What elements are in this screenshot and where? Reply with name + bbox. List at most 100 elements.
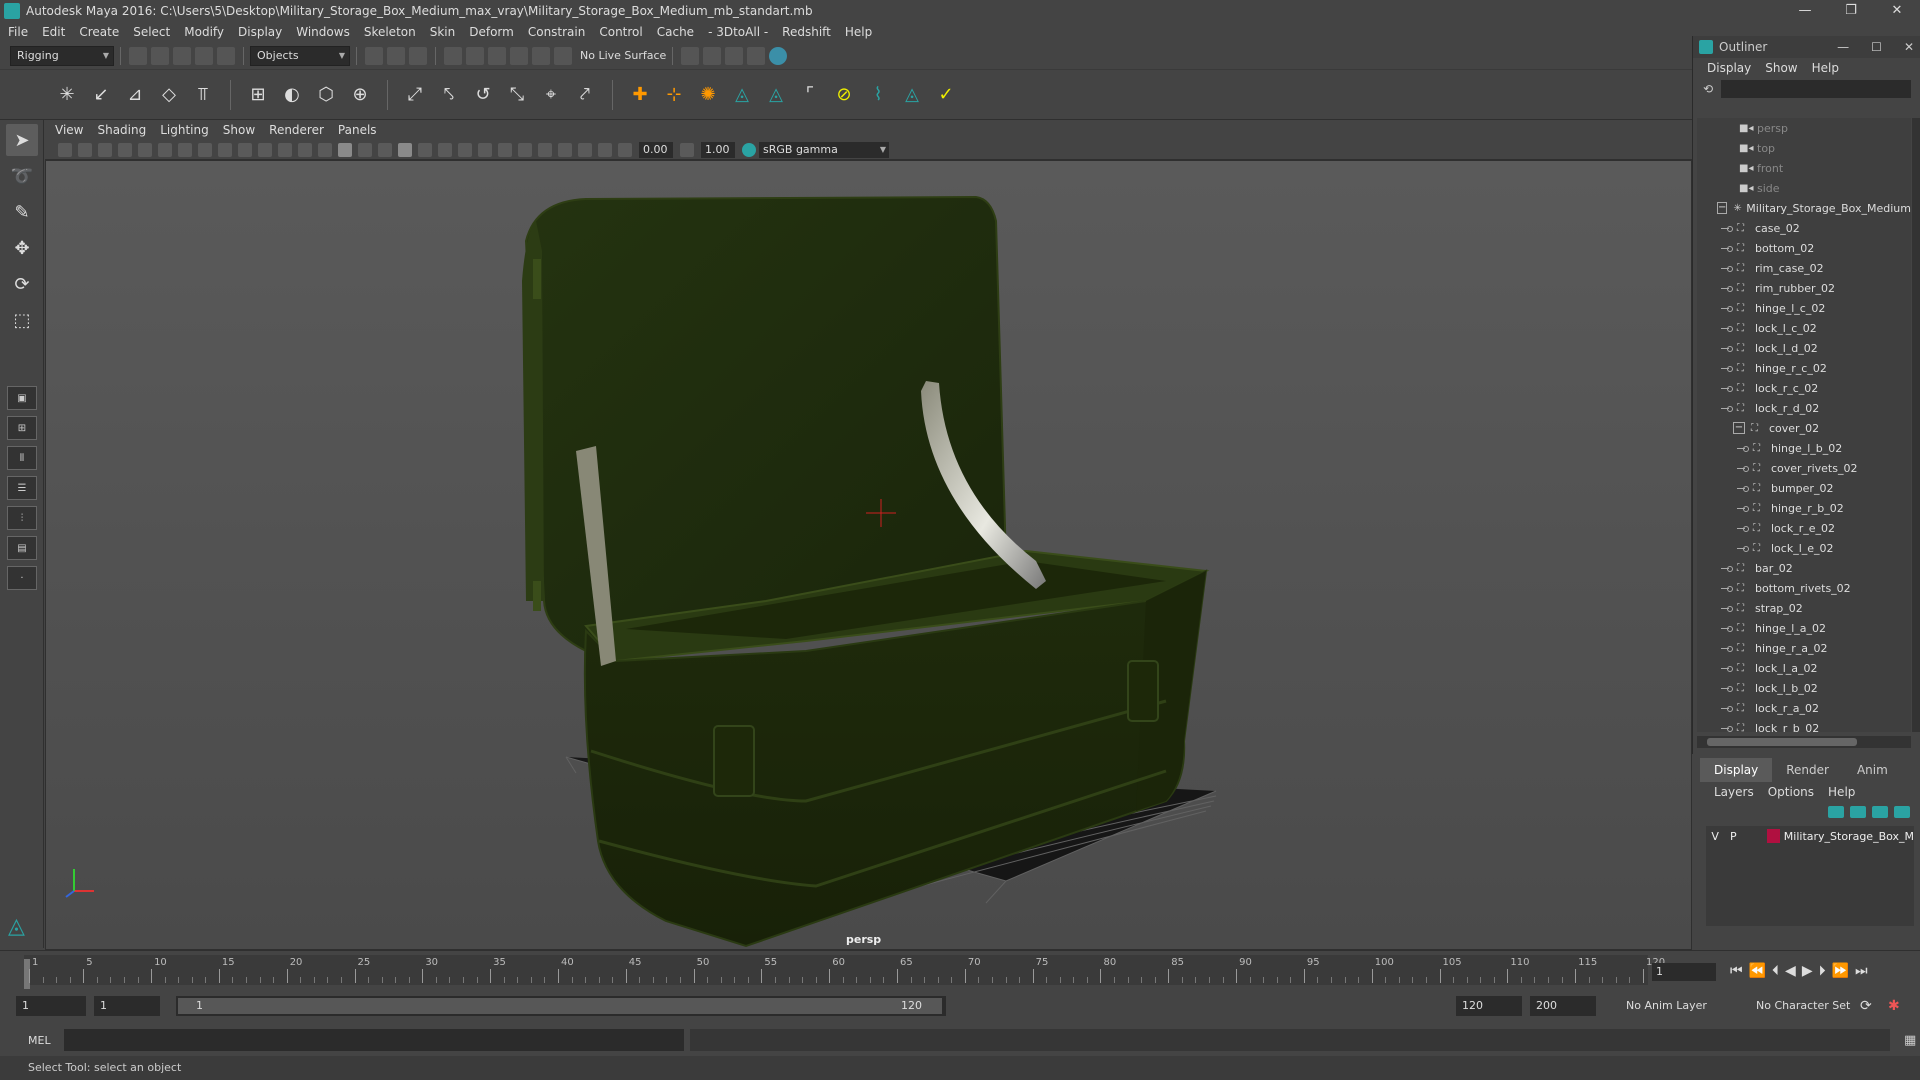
scale-constraint-icon[interactable]: ⤡ [504,82,530,108]
bookmark-icon[interactable] [98,142,112,157]
ik-handle-icon[interactable]: ↙ [88,82,114,108]
select-component-icon[interactable] [409,46,427,65]
select-tool-icon[interactable]: ➤ [6,124,38,156]
menu-constrain[interactable]: Constrain [528,25,586,39]
outliner-menu-display[interactable]: Display [1707,61,1751,75]
outliner-node[interactable]: ⛶ lock_r_c_02 [1697,378,1911,398]
scrollbar-thumb[interactable] [1707,738,1857,746]
outliner-layout-icon[interactable]: ☰ [7,476,37,500]
image-plane-icon[interactable] [118,142,132,157]
render-settings-icon[interactable] [747,46,766,65]
shadows-icon[interactable] [458,142,472,157]
selection-mode-dropdown[interactable]: Objects [250,45,350,66]
menu-cache[interactable]: Cache [657,25,694,39]
outliner-node[interactable]: ⛶ case_02 [1697,218,1911,238]
outliner-camera-side[interactable]: ■◂ side [1697,178,1911,198]
render-frame-icon[interactable] [703,46,722,65]
textured-icon[interactable] [418,142,432,157]
auto-key-icon[interactable]: ⟳ [1860,996,1872,1016]
menu-display[interactable]: Display [238,25,282,39]
snap-curve-icon[interactable] [466,46,484,65]
lattice-icon[interactable]: ⬡ [313,82,339,108]
step-forward-icon[interactable]: ⏩ [1832,963,1849,979]
screen-space-ao-icon[interactable] [478,142,492,157]
mode-dropdown[interactable]: Rigging [10,45,114,66]
outliner-node[interactable]: ⛶ strap_02 [1697,598,1911,618]
outliner-node[interactable]: ⛶ lock_r_d_02 [1697,398,1911,418]
outliner-menu-help[interactable]: Help [1812,61,1839,75]
outliner-node[interactable]: ⛶ lock_r_a_02 [1697,698,1911,718]
script-editor-icon[interactable]: ▦ [1904,1033,1916,1048]
film-gate-icon[interactable] [198,142,212,157]
xray-active-icon[interactable] [598,142,612,157]
camera-attr-icon[interactable] [78,142,92,157]
script-language-label[interactable]: MEL [0,1034,60,1047]
play-forward-icon[interactable]: ▶ [1802,963,1813,979]
pole-vector-icon[interactable]: ⤤ [572,82,598,108]
vp-menu-renderer[interactable]: Renderer [269,123,324,137]
vp-menu-show[interactable]: Show [223,123,255,137]
play-backward-icon[interactable]: ◀ [1785,963,1796,979]
minimize-button[interactable]: — [1782,0,1828,22]
outliner-camera-persp[interactable]: ■◂ persp [1697,118,1911,138]
color-management-icon[interactable] [742,142,756,157]
aim-constraint-icon[interactable]: ⤣ [436,82,462,108]
paint-weights-icon[interactable]: ◐ [279,82,305,108]
paint-select-icon[interactable]: ✎ [6,196,38,228]
blank-shelf-icon[interactable]: ⌜ [797,82,823,108]
current-frame-field[interactable]: 1 [1652,963,1716,981]
render-view-icon[interactable] [681,46,700,65]
camera-select-icon[interactable] [58,142,72,157]
scale-tool-icon[interactable]: ⬚ [6,304,38,336]
preferences-icon[interactable]: ✱ [1888,996,1900,1016]
persp-outliner-layout-icon[interactable]: ▤ [7,536,37,560]
menu-deform[interactable]: Deform [469,25,514,39]
outliner-node[interactable]: ⛶ lock_r_e_02 [1697,518,1911,538]
xray-joints-icon[interactable] [578,142,592,157]
ipr-render-icon[interactable] [725,46,744,65]
hypershade-icon[interactable] [769,46,788,65]
menu-redshift[interactable]: Redshift [782,25,831,39]
joint-tool-icon[interactable]: ✳ [54,82,80,108]
layer-menu-layers[interactable]: Layers [1714,785,1754,799]
2d-pan-zoom-icon[interactable] [138,142,152,157]
outliner-node[interactable]: ⛶ hinge_l_b_02 [1697,438,1911,458]
outliner-maximize-icon[interactable]: ☐ [1871,40,1882,54]
redo-icon[interactable] [217,46,235,65]
tab-anim[interactable]: Anim [1843,758,1902,782]
new-layer-icon[interactable] [1872,806,1888,818]
human-ik-icon[interactable]: ✺ [695,82,721,108]
exposure-field[interactable]: 0.00 [639,141,673,158]
maya-script-icon[interactable]: ◬ [729,82,755,108]
exposure-icon[interactable] [618,142,632,157]
range-bar[interactable]: 1 120 [176,996,946,1016]
wireframe-icon[interactable] [318,142,332,157]
maya-script-2-icon[interactable]: ◬ [763,82,789,108]
open-scene-icon[interactable] [151,46,169,65]
outliner-node[interactable]: ⛶ rim_case_02 [1697,258,1911,278]
outliner-node[interactable]: ⛶ bottom_rivets_02 [1697,578,1911,598]
layer-playback-toggle[interactable]: P [1724,830,1742,843]
motion-blur-icon[interactable] [498,142,512,157]
range-thumb[interactable] [178,998,942,1014]
menu-skeleton[interactable]: Skeleton [364,25,416,39]
undo-icon[interactable] [195,46,213,65]
outliner-refresh-icon[interactable]: ⟲ [1703,82,1713,96]
new-layer-from-selected-icon[interactable] [1894,806,1910,818]
bind-skin-icon[interactable]: ⊞ [245,82,271,108]
outliner-node[interactable]: ⛶ bumper_02 [1697,478,1911,498]
outliner-camera-top[interactable]: ■◂ top [1697,138,1911,158]
check-icon[interactable]: ✓ [933,82,959,108]
joint-locator-icon[interactable]: ⊹ [661,82,687,108]
outliner-menu-show[interactable]: Show [1765,61,1797,75]
select-object-icon[interactable] [387,46,405,65]
menu-control[interactable]: Control [599,25,642,39]
menu-windows[interactable]: Windows [296,25,350,39]
more-layouts-icon[interactable]: · [7,566,37,590]
command-input[interactable] [64,1029,684,1051]
menu-edit[interactable]: Edit [42,25,65,39]
point-constraint-icon[interactable]: ⤢ [402,82,428,108]
menu-skin[interactable]: Skin [430,25,456,39]
tab-display[interactable]: Display [1700,758,1773,782]
deformer-icon[interactable]: ⊘ [831,82,857,108]
